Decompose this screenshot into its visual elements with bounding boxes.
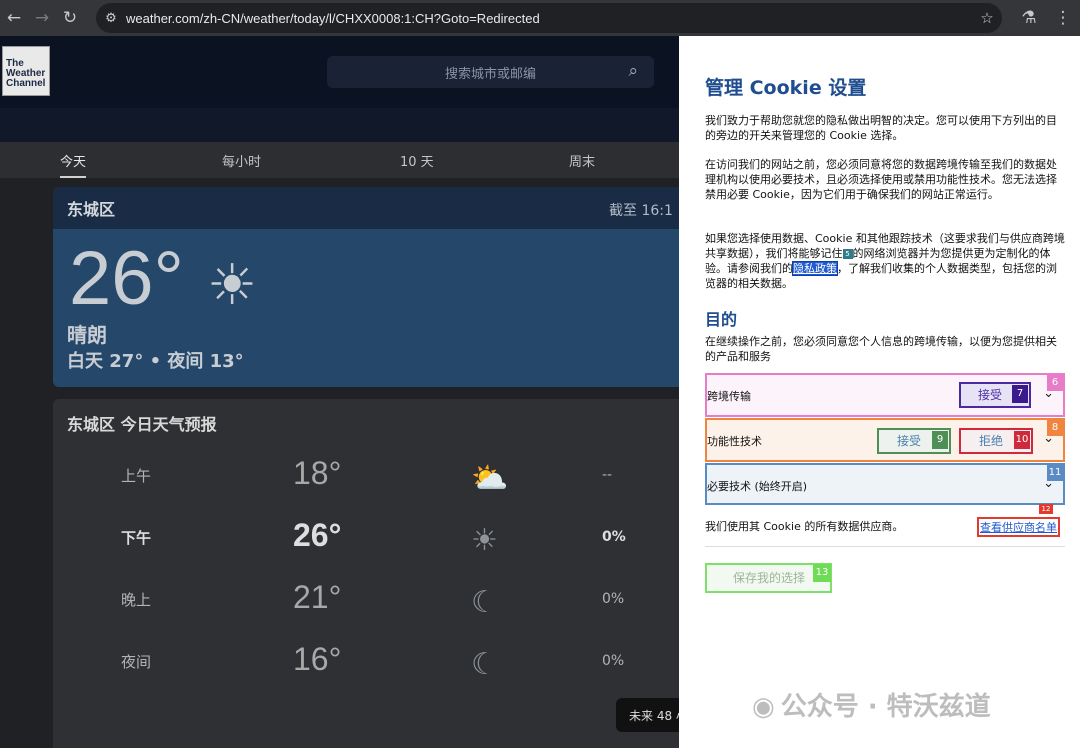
privacy-policy-link[interactable]: 隐私政策	[792, 261, 838, 276]
address-bar[interactable]: ⚙ weather.com/zh-CN/weather/today/l/CHXX…	[96, 3, 1002, 33]
purpose-text: 在继续操作之前，您必须同意您个人信息的跨境传输，以便为您提供相关的产品和服务	[705, 335, 1057, 363]
current-conditions-card: 东城区 截至 16:1 26° ☀ 晴朗 白天 27° • 夜间 13°	[53, 187, 679, 387]
forecast-row[interactable]: 下午 26° ☀ 0%	[53, 509, 679, 569]
reload-icon[interactable]: ↻	[56, 4, 84, 32]
cloudy-sun-icon: ⛅	[471, 461, 509, 496]
today-forecast-card: 东城区 今日天气预报 上午 18° ⛅ -- 下午 26° ☀ 0% 晚上 21…	[53, 399, 679, 748]
site-header: The Weather Channel 搜索城市或邮编 ⌕	[0, 36, 679, 108]
intro-paragraph: 我们致力于帮助您就您的隐私做出明智的决定。您可以使用下方列出的目的旁边的开关来管…	[705, 114, 1057, 142]
section-label: 跨境传输	[707, 390, 751, 403]
element-marker: 13	[813, 564, 831, 582]
element-marker: 5	[842, 249, 853, 259]
forecast-period: 夜间	[121, 653, 152, 671]
element-marker: 8	[1047, 420, 1063, 436]
forecast-precip: 0%	[602, 591, 625, 607]
tab-10day[interactable]: 10 天	[400, 151, 434, 170]
element-marker: 9	[932, 431, 948, 449]
sun-cloud-icon: ☀	[471, 523, 498, 558]
forecast-temp: 26°	[293, 517, 342, 553]
element-marker: 11	[1047, 465, 1063, 481]
view-vendors-link[interactable]: 查看供应商名单	[977, 517, 1060, 537]
purpose-heading: 目的	[705, 310, 738, 329]
tab-today[interactable]: 今天	[60, 151, 87, 178]
cookie-settings-modal: 管理 Cookie 设置 我们致力于帮助您就您的隐私做出明智的决定。您可以使用下…	[679, 36, 1080, 748]
browser-actions: ⚗ ⋮	[1012, 0, 1080, 36]
element-marker: 12	[1039, 504, 1053, 514]
high-low-text: 白天 27° • 夜间 13°	[67, 351, 244, 372]
moon-icon: ☾	[471, 585, 498, 620]
weather-channel-logo[interactable]: The Weather Channel	[2, 46, 50, 96]
back-icon[interactable]: ←	[0, 4, 28, 32]
button-label: 拒绝	[978, 434, 1003, 448]
forecast-temp: 18°	[293, 455, 342, 491]
forecast-precip: 0%	[602, 529, 626, 545]
forward-icon[interactable]: →	[28, 4, 56, 32]
next-48-hours-button[interactable]: 未来 48 小	[616, 698, 686, 732]
forecast-precip: 0%	[602, 653, 625, 669]
watermark-text: 公众号 · 特沃兹道	[780, 692, 991, 722]
accept-functional-button[interactable]: 接受 9	[877, 428, 951, 454]
weather-page: The Weather Channel 搜索城市或邮编 ⌕ 今天 每小时 10 …	[0, 36, 679, 748]
search-placeholder: 搜索城市或邮编	[444, 66, 536, 82]
section-necessary[interactable]: 必要技术 (始终开启) ⌄ 11	[705, 463, 1065, 505]
element-marker: 10	[1014, 431, 1030, 449]
forecast-period: 上午	[121, 467, 152, 485]
logo-line: Channel	[6, 78, 46, 89]
reject-functional-button[interactable]: 拒绝 10	[959, 428, 1033, 454]
forecast-precip: --	[602, 467, 613, 483]
header-subbar	[0, 108, 679, 142]
section-label: 功能性技术	[707, 435, 762, 448]
accept-cross-border-button[interactable]: 接受 7	[959, 382, 1031, 408]
forecast-period: 下午	[121, 529, 152, 547]
url-text[interactable]: weather.com/zh-CN/weather/today/l/CHXX00…	[126, 11, 972, 26]
condition-text: 晴朗	[67, 323, 107, 347]
forecast-row[interactable]: 上午 18° ⛅ --	[53, 447, 679, 507]
button-label: 接受	[896, 434, 921, 448]
labs-icon[interactable]: ⚗	[1012, 4, 1046, 32]
vendors-text: 我们使用其 Cookie 的所有数据供应商。	[705, 520, 904, 533]
tab-weekend[interactable]: 周末	[569, 151, 595, 170]
forecast-row[interactable]: 夜间 16° ☾ 0%	[53, 633, 679, 693]
location-name: 东城区	[53, 187, 679, 229]
element-marker: 7	[1012, 385, 1028, 403]
button-label: 接受	[977, 388, 1002, 402]
watermark: ◉ 公众号 · 特沃兹道	[752, 686, 991, 723]
as-of-time: 截至 16:1	[609, 203, 673, 219]
forecast-temp: 16°	[293, 641, 342, 677]
wechat-icon: ◉	[752, 692, 775, 722]
menu-icon[interactable]: ⋮	[1046, 4, 1080, 32]
section-label: 必要技术 (始终开启)	[707, 480, 808, 493]
search-input[interactable]: 搜索城市或邮编 ⌕	[327, 56, 654, 88]
forecast-period: 晚上	[121, 591, 152, 609]
transfer-paragraph: 在访问我们的网站之前，您必须同意将您的数据跨境传输至我们的数据处理机构以使用必要…	[705, 158, 1057, 201]
forecast-tabs: 今天 每小时 10 天 周末	[0, 142, 679, 178]
forecast-title: 东城区 今日天气预报	[67, 415, 217, 434]
star-icon[interactable]: ☆	[972, 9, 1002, 27]
tab-hourly[interactable]: 每小时	[222, 151, 261, 170]
modal-title: 管理 Cookie 设置	[705, 77, 867, 99]
tracking-paragraph: 如果您选择使用数据、Cookie 和其他跟踪技术（这要求我们与供应商跨境共享数据…	[705, 231, 1067, 291]
section-functional[interactable]: 功能性技术 接受 9 拒绝 10 ⌄ 8	[705, 418, 1065, 462]
site-settings-icon[interactable]: ⚙	[96, 11, 126, 26]
element-marker: 6	[1047, 375, 1063, 391]
search-icon[interactable]: ⌕	[628, 61, 638, 81]
forecast-temp: 21°	[293, 579, 342, 615]
sun-cloud-icon: ☀	[207, 253, 258, 318]
divider	[705, 546, 1065, 547]
moon-icon: ☾	[471, 647, 498, 682]
section-cross-border[interactable]: 跨境传输 接受 7 ⌄ 6	[705, 373, 1065, 417]
current-temperature: 26°	[69, 236, 184, 321]
forecast-row[interactable]: 晚上 21° ☾ 0%	[53, 571, 679, 631]
